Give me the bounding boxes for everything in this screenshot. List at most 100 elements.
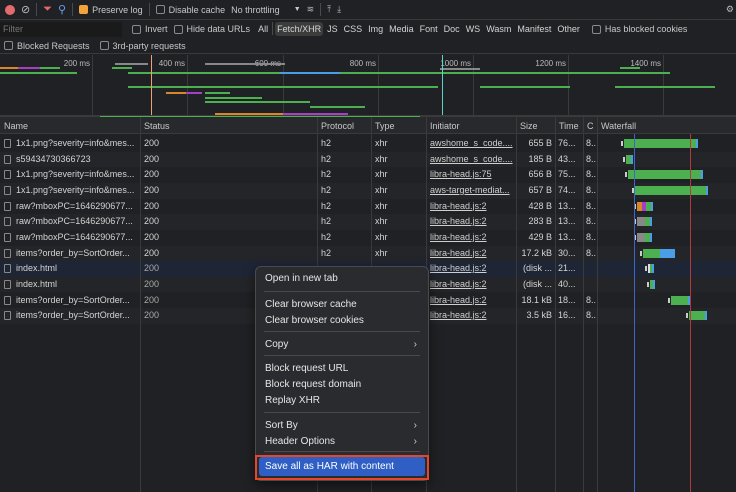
status-cell: 200: [144, 310, 160, 321]
menu-item-block-request-url[interactable]: Block request URL: [265, 361, 419, 377]
size-cell: 429 B: [528, 231, 552, 242]
name-cell[interactable]: items?order_by=SortOrder...: [4, 310, 138, 321]
initiator-link[interactable]: libra-head.js:2: [430, 232, 514, 242]
name-cell[interactable]: raw?mboxPC=1646290677...: [4, 232, 138, 243]
initiator-link[interactable]: libra-head.js:75: [430, 169, 514, 179]
filter-input[interactable]: [0, 21, 122, 37]
initiator-link[interactable]: libra-head.js:2: [430, 310, 514, 320]
table-row[interactable]: 1x1.png?severity=info&mes... 200 h2 xhr awsh…: [0, 136, 736, 152]
third-party-checkbox[interactable]: 3rd-party requests: [99, 41, 186, 51]
column-divider[interactable]: [597, 117, 598, 492]
table-row[interactable]: 1x1.png?severity=info&mes... 200 h2 xhr libr…: [0, 167, 736, 183]
name-cell[interactable]: items?order_by=SortOrder...: [4, 295, 138, 305]
menu-item-open-in-new-tab[interactable]: Open in new tab: [265, 271, 419, 287]
status-cell: 200: [144, 278, 160, 289]
initiator-link[interactable]: libra-head.js:2: [430, 216, 514, 226]
type-filter-other[interactable]: Other: [555, 22, 582, 36]
menu-item-clear-browser-cookies[interactable]: Clear browser cookies: [265, 313, 419, 329]
table-row[interactable]: raw?mboxPC=1646290677... 200 h2 xhr libra-he…: [0, 199, 736, 215]
name-cell[interactable]: index.html: [4, 263, 138, 274]
type-filter-manifest[interactable]: Manifest: [515, 22, 553, 36]
column-header-status[interactable]: Status: [144, 121, 170, 131]
column-header-time[interactable]: Time: [559, 121, 579, 131]
type-filter-doc[interactable]: Doc: [442, 22, 462, 36]
hide-data-urls-checkbox[interactable]: Hide data URLs: [173, 24, 250, 34]
column-header-type[interactable]: Type: [375, 121, 395, 131]
record-icon[interactable]: [5, 4, 15, 15]
menu-item-label: Block request URL: [265, 363, 349, 374]
request-name: index.html: [16, 263, 58, 274]
menu-item-clear-browser-cache[interactable]: Clear browser cache: [265, 297, 419, 313]
column-header-waterfall[interactable]: Waterfall: [601, 121, 636, 131]
type-filter-font[interactable]: Font: [418, 22, 440, 36]
type-filter-wasm[interactable]: Wasm: [484, 22, 513, 36]
request-name: 1x1.png?severity=info&mes...: [16, 138, 135, 148]
cache-cell: 8...: [586, 200, 596, 211]
table-row[interactable]: 1x1.png?severity=info&mes... 200 h2 xhr aws-…: [0, 182, 736, 199]
column-divider[interactable]: [583, 117, 584, 492]
initiator-link[interactable]: libra-head.js:2: [430, 279, 514, 289]
type-filter-css[interactable]: CSS: [342, 22, 365, 36]
menu-item-copy[interactable]: Copy ›: [265, 337, 419, 353]
preserve-log-checkbox[interactable]: Preserve log: [79, 5, 143, 15]
timeline-overview[interactable]: 200 ms400 ms600 ms800 ms1000 ms1200 ms14…: [0, 55, 736, 124]
column-header-size[interactable]: Size: [520, 121, 538, 131]
type-filter-fetchxhr[interactable]: Fetch/XHR: [275, 22, 324, 36]
blocked-requests-checkbox[interactable]: Blocked Requests: [4, 41, 90, 51]
table-row[interactable]: raw?mboxPC=1646290677... 200 h2 xhr libra-he…: [0, 230, 736, 246]
name-cell[interactable]: 1x1.png?severity=info&mes...: [4, 138, 138, 149]
initiator-link[interactable]: libra-head.js:2: [430, 295, 514, 305]
menu-item-header-options[interactable]: Header Options ›: [265, 434, 419, 450]
export-har-icon[interactable]: ⤓: [337, 4, 341, 15]
name-cell[interactable]: 1x1.png?severity=info&mes...: [4, 185, 138, 196]
table-row[interactable]: s59434730366723 200 h2 xhr awshome_s_code...…: [0, 151, 736, 168]
search-icon[interactable]: ⚲: [58, 3, 66, 16]
initiator-link[interactable]: awshome_s_code....: [430, 138, 514, 148]
column-header-name[interactable]: Name: [4, 121, 28, 131]
column-header-protocol[interactable]: Protocol: [321, 121, 354, 131]
status-cell: 200: [144, 216, 160, 227]
column-divider[interactable]: [555, 117, 556, 492]
name-cell[interactable]: raw?mboxPC=1646290677...: [4, 201, 138, 211]
waterfall-bar: [660, 248, 673, 258]
initiator-link[interactable]: libra-head.js:2: [430, 263, 514, 273]
initiator-link[interactable]: aws-target-mediat...: [430, 185, 514, 195]
type-filter-media[interactable]: Media: [387, 22, 416, 36]
initiator-link[interactable]: awshome_s_code....: [430, 154, 514, 164]
chevron-right-icon: ›: [413, 436, 417, 447]
type-filter-img[interactable]: Img: [366, 22, 385, 36]
type-filter-all[interactable]: All: [256, 22, 270, 36]
name-cell[interactable]: raw?mboxPC=1646290677...: [4, 216, 138, 227]
disable-cache-checkbox[interactable]: Disable cache: [155, 5, 225, 15]
throttling-select[interactable]: No throttling ▼: [231, 5, 300, 15]
type-cell: xhr: [375, 153, 388, 164]
initiator-link[interactable]: libra-head.js:2: [430, 201, 514, 211]
table-row[interactable]: raw?mboxPC=1646290677... 200 h2 xhr libra-he…: [0, 214, 736, 230]
column-header-c[interactable]: C: [587, 121, 594, 131]
invert-checkbox[interactable]: Invert: [132, 24, 168, 34]
table-row[interactable]: items?order_by=SortOrder... 200 h2 xhr libra…: [0, 245, 736, 262]
initiator-link[interactable]: libra-head.js:2: [430, 248, 514, 258]
type-filter-js[interactable]: JS: [325, 22, 340, 36]
name-cell[interactable]: items?order_by=SortOrder...: [4, 248, 138, 258]
filter-icon[interactable]: ⏷: [43, 3, 52, 16]
settings-icon[interactable]: ⚙: [726, 4, 734, 15]
clear-icon[interactable]: ⊘: [21, 3, 30, 16]
menu-item-sort-by[interactable]: Sort By ›: [265, 418, 419, 434]
menu-item-block-request-domain[interactable]: Block request domain: [265, 377, 419, 393]
type-filter-ws[interactable]: WS: [464, 22, 483, 36]
column-header-initiator[interactable]: Initiator: [430, 121, 460, 131]
name-cell[interactable]: 1x1.png?severity=info&mes...: [4, 169, 138, 180]
overview-request-bar: [18, 66, 40, 69]
column-divider[interactable]: [140, 117, 141, 492]
column-divider[interactable]: [516, 117, 517, 492]
name-cell[interactable]: s59434730366723: [4, 154, 138, 164]
overview-tick-label: 800 ms: [349, 59, 376, 68]
network-conditions-icon[interactable]: ≋: [307, 4, 315, 15]
import-har-icon[interactable]: ⤒: [327, 4, 331, 15]
name-cell[interactable]: index.html: [4, 279, 138, 289]
overview-request-bar: [186, 92, 202, 94]
has-blocked-cookies-checkbox[interactable]: Has blocked cookies: [591, 24, 687, 34]
menu-item-replay-xhr[interactable]: Replay XHR: [265, 393, 419, 409]
status-cell: 200: [144, 247, 160, 258]
